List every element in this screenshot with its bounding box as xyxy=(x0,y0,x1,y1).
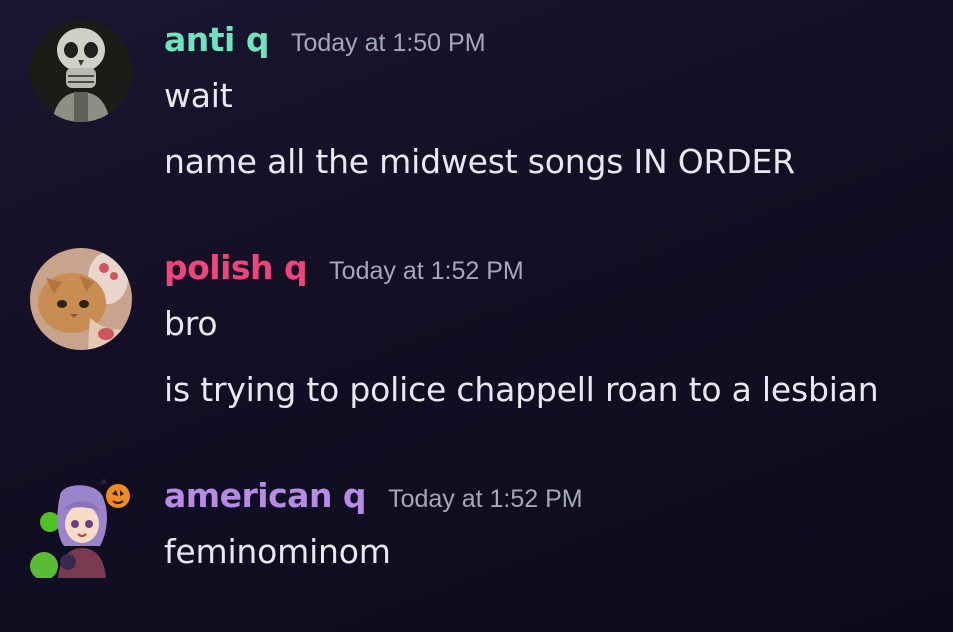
message-anti-q: anti q Today at 1:50 PM wait name all th… xyxy=(0,20,953,190)
message-text: is trying to police chappell roan to a l… xyxy=(164,370,879,409)
witch-girl-avatar-icon[interactable] xyxy=(30,476,132,578)
timestamp: Today at 1:52 PM xyxy=(329,257,524,285)
message-text: feminominom xyxy=(164,532,391,571)
timestamp: Today at 1:50 PM xyxy=(290,29,486,57)
message-header: anti q Today at 1:50 PM xyxy=(164,20,486,64)
cat-avatar-icon[interactable] xyxy=(30,248,132,350)
timestamp: Today at 1:52 PM xyxy=(388,485,583,513)
skull-avatar-icon[interactable] xyxy=(30,20,132,122)
message-text: bro xyxy=(164,304,218,343)
username[interactable]: american q xyxy=(164,476,367,515)
username[interactable]: polish q xyxy=(164,248,308,287)
message-text: name all the midwest songs IN ORDER xyxy=(164,142,795,181)
message-american-q: american q Today at 1:52 PM feminominom xyxy=(0,476,953,586)
username[interactable]: anti q xyxy=(164,20,269,59)
message-header: american q Today at 1:52 PM xyxy=(164,476,583,520)
chat-log: anti q Today at 1:50 PM wait name all th… xyxy=(0,0,953,632)
message-header: polish q Today at 1:52 PM xyxy=(164,248,524,292)
message-text: wait xyxy=(164,76,233,115)
message-polish-q: polish q Today at 1:52 PM bro is trying … xyxy=(0,248,953,418)
